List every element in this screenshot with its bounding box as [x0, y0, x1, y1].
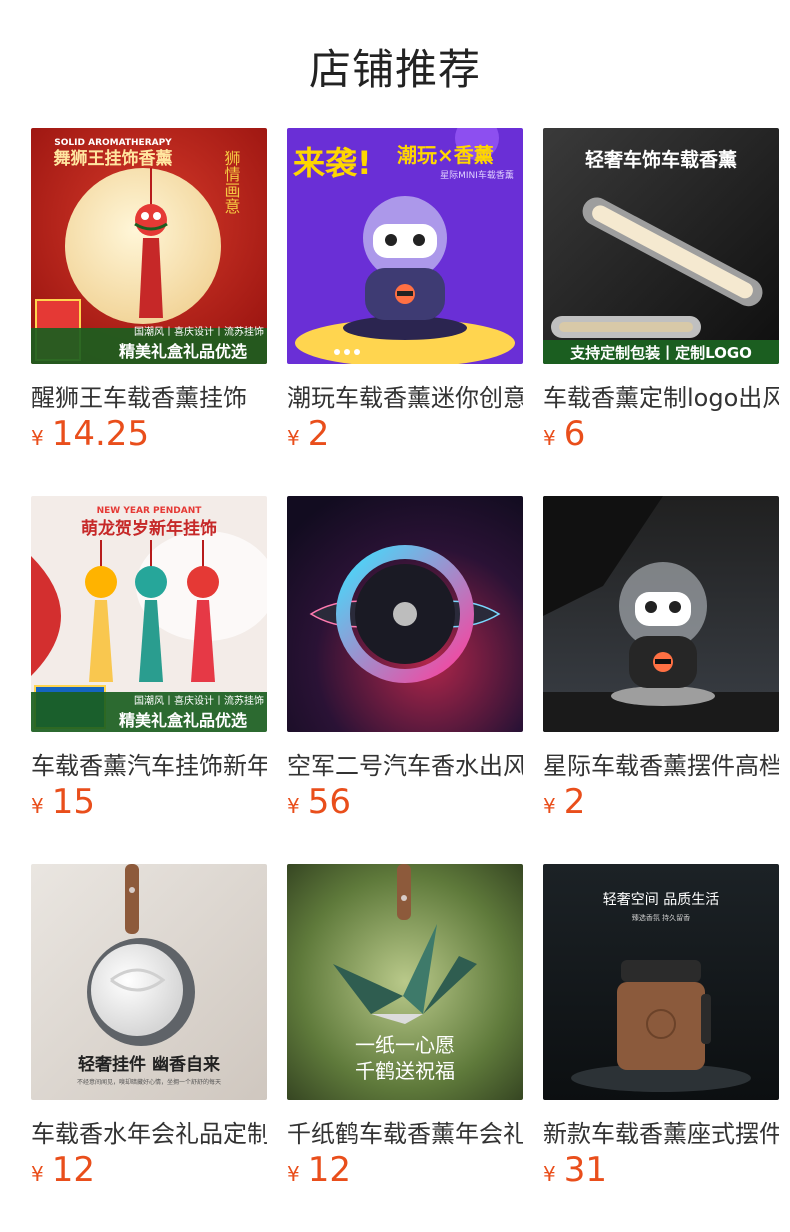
currency-symbol: ¥	[31, 794, 44, 818]
product-image[interactable]: 轻奢空间 品质生活 臻选香氛 持久留香	[543, 864, 779, 1100]
price-value: 12	[307, 1150, 351, 1190]
price-value: 56	[307, 782, 351, 822]
dashboard-astronaut-illustration	[543, 496, 779, 732]
product-price: ¥2	[287, 414, 329, 454]
product-price: ¥56	[287, 782, 351, 822]
svg-text:来袭!: 来袭!	[293, 144, 372, 182]
product-title[interactable]: 千纸鹤车载香薰年会礼品	[287, 1114, 523, 1148]
product-title[interactable]: 新款车载香薰座式摆件	[543, 1114, 779, 1148]
product-price: ¥31	[543, 1150, 607, 1190]
product-price: ¥2	[543, 782, 585, 822]
svg-text:轻奢车饰车载香薰: 轻奢车饰车载香薰	[585, 148, 737, 171]
svg-text:国潮风丨喜庆设计丨流苏挂饰: 国潮风丨喜庆设计丨流苏挂饰	[134, 325, 264, 338]
page-title: 店铺推荐	[308, 45, 481, 94]
svg-text:千鹤送祝福: 千鹤送祝福	[355, 1059, 455, 1083]
svg-text:星际MINI车载香薰: 星际MINI车载香薰	[440, 169, 514, 181]
currency-symbol: ¥	[287, 794, 300, 818]
product-image[interactable]: 轻奢车饰车载香薰 支持定制包装丨定制LOGO	[543, 128, 779, 364]
lion-pendant-illustration: SOLID AROMATHERAPY 舞狮王挂饰香薰 狮情画意 国潮风丨喜庆设计…	[31, 128, 267, 364]
svg-text:SOLID AROMATHERAPY: SOLID AROMATHERAPY	[54, 138, 172, 148]
svg-text:狮情画意: 狮情画意	[222, 150, 241, 214]
astronaut-toy-illustration: 来袭! 潮玩×香薰 星际MINI车载香薰	[287, 128, 523, 364]
product-price: ¥6	[543, 414, 585, 454]
product-image[interactable]: 一纸一心愿 千鹤送祝福	[287, 864, 523, 1100]
product-title[interactable]: 车载香薰汽车挂饰新年	[31, 746, 267, 780]
product-image[interactable]	[543, 496, 779, 732]
currency-symbol: ¥	[287, 426, 300, 450]
price-value: 6	[563, 414, 586, 454]
svg-text:潮玩×香薰: 潮玩×香薰	[397, 143, 494, 167]
product-price: ¥15	[31, 782, 95, 822]
svg-text:萌龙贺岁新年挂饰: 萌龙贺岁新年挂饰	[81, 518, 217, 539]
price-value: 12	[51, 1150, 95, 1190]
price-value: 15	[51, 782, 95, 822]
product-title[interactable]: 星际车载香薰摆件高档	[543, 746, 779, 780]
propeller-vent-illustration	[287, 496, 523, 732]
paper-crane-illustration: 一纸一心愿 千鹤送祝福	[287, 864, 523, 1100]
product-price: ¥14.25	[31, 414, 149, 454]
product-title[interactable]: 空军二号汽车香水出风口	[287, 746, 523, 780]
product-image[interactable]	[287, 496, 523, 732]
svg-text:精美礼盒礼品优选: 精美礼盒礼品优选	[119, 711, 247, 730]
product-title[interactable]: 车载香薰定制logo出风口	[543, 378, 779, 412]
product-price: ¥12	[31, 1150, 95, 1190]
price-value: 31	[563, 1150, 607, 1190]
round-pendant-illustration: 轻奢挂件 幽香自来 不经意间闻见，嗅却暗藏好心情，坐拥一个舒舒的每天	[31, 864, 267, 1100]
dragon-pendants-illustration: NEW YEAR PENDANT 萌龙贺岁新年挂饰 国潮风丨喜庆设计丨流苏挂饰 …	[31, 496, 267, 732]
svg-text:支持定制包装丨定制LOGO: 支持定制包装丨定制LOGO	[569, 344, 752, 362]
currency-symbol: ¥	[31, 426, 44, 450]
currency-symbol: ¥	[543, 426, 556, 450]
svg-text:精美礼盒礼品优选: 精美礼盒礼品优选	[119, 342, 247, 361]
product-image[interactable]: 来袭! 潮玩×香薰 星际MINI车载香薰	[287, 128, 523, 364]
svg-text:舞狮王挂饰香薰: 舞狮王挂饰香薰	[54, 148, 173, 169]
product-image[interactable]: SOLID AROMATHERAPY 舞狮王挂饰香薰 狮情画意 国潮风丨喜庆设计…	[31, 128, 267, 364]
seat-diffuser-illustration: 轻奢空间 品质生活 臻选香氛 持久留香	[543, 864, 779, 1100]
svg-text:臻选香氛 持久留香: 臻选香氛 持久留香	[632, 913, 690, 922]
price-value: 14.25	[51, 414, 150, 454]
svg-text:轻奢挂件 幽香自来: 轻奢挂件 幽香自来	[78, 1054, 221, 1075]
currency-symbol: ¥	[287, 1162, 300, 1186]
svg-text:国潮风丨喜庆设计丨流苏挂饰: 国潮风丨喜庆设计丨流苏挂饰	[134, 694, 264, 707]
currency-symbol: ¥	[543, 1162, 556, 1186]
product-title[interactable]: 醒狮王车载香薰挂饰	[31, 378, 267, 412]
price-value: 2	[307, 414, 330, 454]
vent-clip-illustration: 轻奢车饰车载香薰 支持定制包装丨定制LOGO	[543, 128, 779, 364]
product-title[interactable]: 车载香水年会礼品定制	[31, 1114, 267, 1148]
product-price: ¥12	[287, 1150, 351, 1190]
currency-symbol: ¥	[543, 794, 556, 818]
svg-text:NEW YEAR PENDANT: NEW YEAR PENDANT	[97, 506, 203, 516]
svg-text:不经意间闻见，嗅却暗藏好心情，坐拥一个舒舒的每天: 不经意间闻见，嗅却暗藏好心情，坐拥一个舒舒的每天	[77, 1078, 221, 1086]
price-value: 2	[563, 782, 586, 822]
product-image[interactable]: 轻奢挂件 幽香自来 不经意间闻见，嗅却暗藏好心情，坐拥一个舒舒的每天	[31, 864, 267, 1100]
product-title[interactable]: 潮玩车载香薰迷你创意	[287, 378, 523, 412]
svg-text:一纸一心愿: 一纸一心愿	[355, 1033, 455, 1057]
currency-symbol: ¥	[31, 1162, 44, 1186]
svg-text:轻奢空间 品质生活: 轻奢空间 品质生活	[603, 892, 719, 908]
product-image[interactable]: NEW YEAR PENDANT 萌龙贺岁新年挂饰 国潮风丨喜庆设计丨流苏挂饰 …	[31, 496, 267, 732]
